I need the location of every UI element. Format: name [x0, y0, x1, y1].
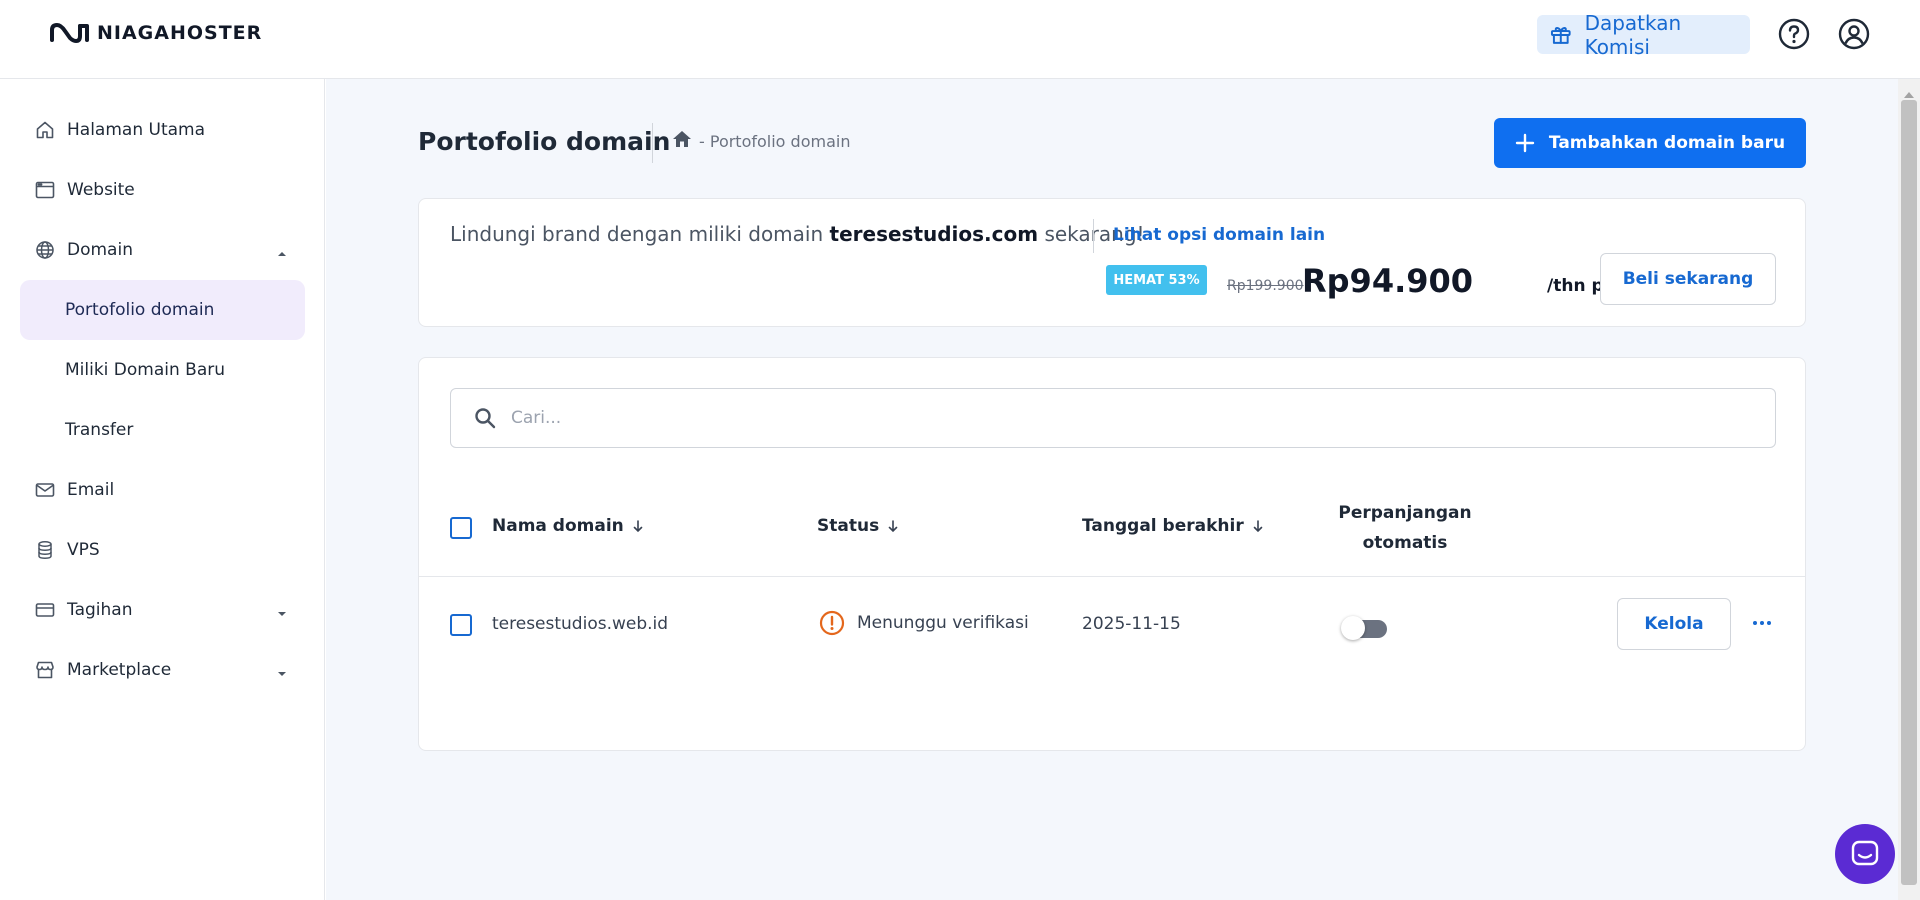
logo-icon	[50, 23, 89, 43]
other-domain-options-link[interactable]: Lihat opsi domain lain	[1113, 225, 1325, 245]
gift-icon	[1550, 26, 1571, 44]
help-button[interactable]	[1778, 18, 1810, 50]
sidebar-item-website[interactable]: Website	[20, 160, 305, 220]
database-icon	[34, 539, 56, 561]
sort-arrow-icon	[888, 520, 898, 533]
promo-text-before: Lindungi brand dengan miliki domain	[450, 222, 830, 246]
scrollbar-thumb[interactable]	[1901, 100, 1917, 885]
more-options-button[interactable]	[1749, 610, 1775, 636]
column-header-label: Nama domain	[492, 516, 624, 536]
sidebar-item-label: Email	[67, 480, 115, 500]
buy-now-button[interactable]: Beli sekarang	[1600, 253, 1776, 305]
sidebar-item-miliki-domain-baru[interactable]: Miliki Domain Baru	[20, 340, 305, 400]
select-all-checkbox[interactable]	[450, 517, 472, 539]
main-content: Portofolio domain - Portofolio domain Ta…	[326, 79, 1898, 900]
sidebar-item-label: Transfer	[65, 420, 134, 440]
domain-promo-card: Lindungi brand dengan miliki domain tere…	[418, 198, 1806, 327]
sidebar-item-tagihan[interactable]: Tagihan	[20, 580, 305, 640]
caret-down-icon	[277, 604, 287, 623]
status-text: Menunggu verifikasi	[857, 613, 1029, 633]
sidebar-item-domain[interactable]: Domain	[20, 220, 305, 280]
brand-name: NIAGAHOSTER	[97, 22, 263, 44]
manage-button[interactable]: Kelola	[1617, 598, 1731, 650]
sidebar-item-label: Website	[67, 180, 135, 200]
promo-text: Lindungi brand dengan miliki domain tere…	[450, 222, 1145, 246]
auto-renew-toggle[interactable]	[1341, 616, 1387, 640]
add-domain-button[interactable]: Tambahkan domain baru	[1494, 118, 1806, 168]
row-checkbox[interactable]	[450, 614, 472, 636]
sort-arrow-icon	[1253, 520, 1263, 533]
more-dots-icon	[1753, 621, 1771, 625]
search-box	[450, 388, 1776, 448]
domain-table-card: Nama domain Status Tanggal berakhir Perp…	[418, 357, 1806, 751]
column-header-auto-renew: Perpanjangan otomatis	[1335, 498, 1475, 558]
commission-button[interactable]: Dapatkan Komisi	[1537, 11, 1750, 59]
sidebar-item-label: Tagihan	[67, 600, 133, 620]
caret-down-icon	[277, 664, 287, 683]
globe-icon	[34, 239, 56, 261]
breadcrumb-current: - Portofolio domain	[699, 131, 851, 151]
sidebar-item-portofolio-domain[interactable]: Portofolio domain	[20, 280, 305, 340]
chat-icon	[1851, 840, 1879, 866]
warning-icon	[819, 610, 845, 636]
home-icon[interactable]	[671, 129, 693, 153]
mail-icon	[34, 479, 56, 501]
caret-up-icon	[277, 244, 287, 263]
store-icon	[34, 659, 56, 681]
sidebar-item-label: Domain	[67, 240, 133, 260]
sidebar-item-label: VPS	[67, 540, 100, 560]
sidebar-item-halaman-utama[interactable]: Halaman Utama	[20, 100, 305, 160]
brand-logo[interactable]: NIAGAHOSTER	[49, 22, 262, 44]
breadcrumb: - Portofolio domain	[671, 129, 850, 153]
browser-icon	[34, 179, 56, 201]
old-price: Rp199.900	[1227, 278, 1304, 294]
column-header-status[interactable]: Status	[817, 516, 899, 536]
plus-icon	[1515, 133, 1535, 153]
sidebar-item-label: Marketplace	[67, 660, 172, 680]
table-divider	[419, 576, 1805, 577]
toggle-knob	[1341, 616, 1365, 640]
sidebar: Halaman Utama Website Domain Portofolio …	[0, 79, 325, 900]
column-header-label: otomatis	[1362, 533, 1448, 553]
new-price: Rp94.900	[1302, 262, 1474, 300]
column-header-label: Tanggal berakhir	[1082, 516, 1244, 536]
search-input[interactable]	[511, 408, 1711, 428]
column-header-label: Perpanjangan	[1338, 503, 1472, 523]
discount-badge: HEMAT 53%	[1106, 265, 1207, 295]
column-header-label: Status	[817, 516, 880, 536]
home-icon	[34, 119, 56, 141]
sidebar-item-vps[interactable]: VPS	[20, 520, 305, 580]
sidebar-item-label: Portofolio domain	[65, 300, 215, 320]
status-badge: Menunggu verifikasi	[819, 610, 1029, 636]
commission-label: Dapatkan Komisi	[1584, 10, 1682, 59]
sidebar-item-label: Halaman Utama	[67, 120, 206, 140]
column-header-domain[interactable]: Nama domain	[492, 516, 644, 536]
top-bar: NIAGAHOSTER Dapatkan Komisi	[0, 0, 1920, 79]
promo-divider	[1093, 219, 1094, 253]
sidebar-item-marketplace[interactable]: Marketplace	[20, 640, 305, 700]
domain-name: teresestudios.web.id	[492, 614, 669, 634]
chat-button[interactable]	[1835, 824, 1895, 884]
title-divider	[652, 123, 653, 163]
add-domain-label: Tambahkan domain baru	[1548, 133, 1786, 153]
search-icon	[475, 408, 496, 429]
sort-arrow-icon	[633, 520, 643, 533]
sidebar-item-transfer[interactable]: Transfer	[20, 400, 305, 460]
end-date: 2025-11-15	[1082, 614, 1181, 634]
sidebar-item-email[interactable]: Email	[20, 460, 305, 520]
help-icon	[1778, 18, 1810, 50]
page-title: Portofolio domain	[418, 127, 671, 156]
column-header-end-date[interactable]: Tanggal berakhir	[1082, 516, 1264, 536]
card-icon	[34, 599, 56, 621]
user-icon	[1838, 18, 1870, 50]
account-button[interactable]	[1838, 18, 1870, 50]
promo-domain: teresestudios.com	[829, 222, 1039, 246]
sidebar-item-label: Miliki Domain Baru	[65, 360, 226, 380]
